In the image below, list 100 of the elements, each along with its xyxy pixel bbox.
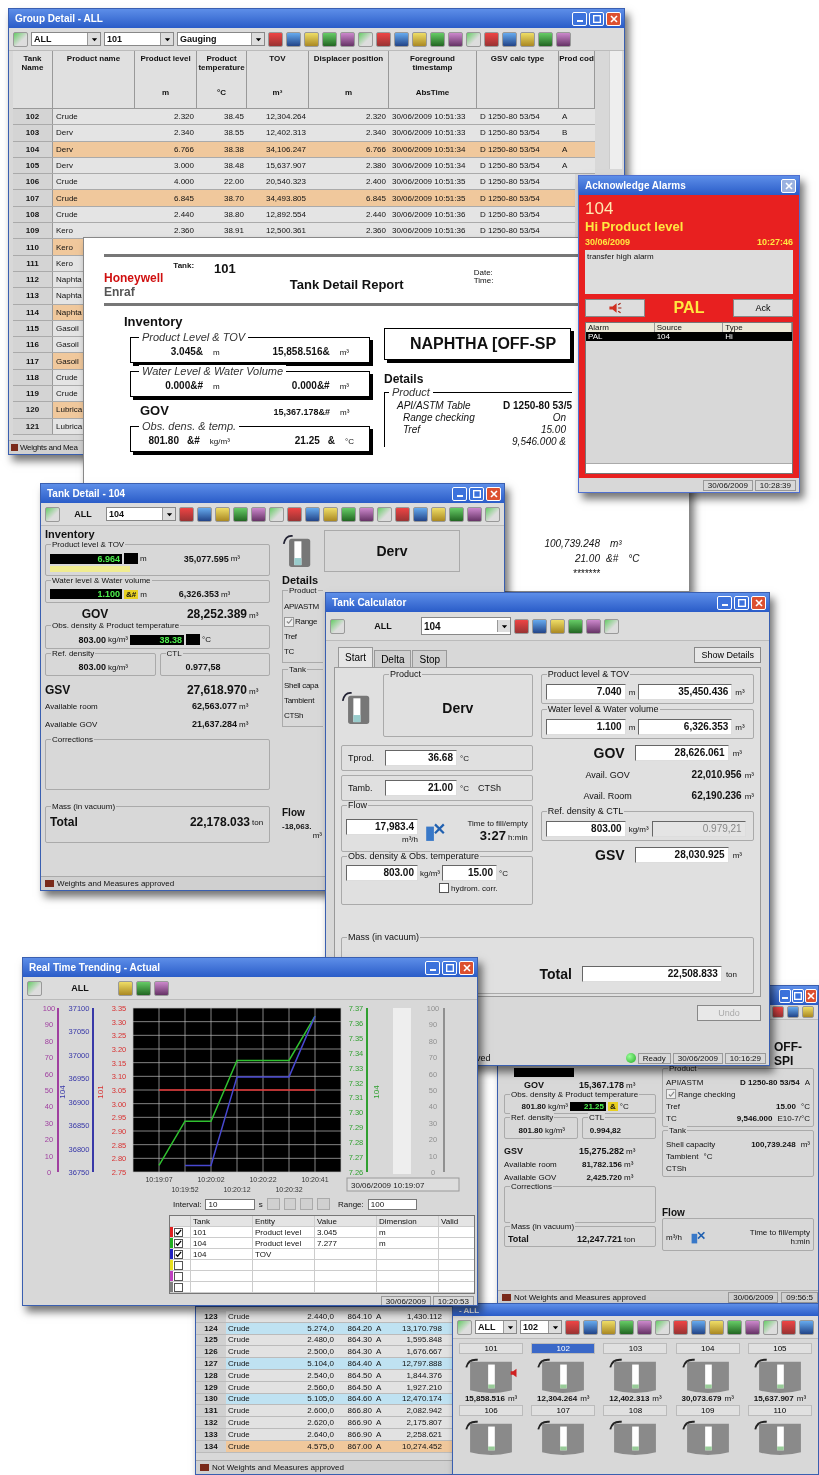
- spin-field[interactable]: 10: [205, 1198, 255, 1210]
- tank-tab[interactable]: 105: [747, 1343, 812, 1354]
- tank-tab[interactable]: 101: [459, 1343, 524, 1354]
- input-field[interactable]: 803.00: [545, 821, 626, 837]
- checkbox[interactable]: [174, 1249, 183, 1259]
- checkbox[interactable]: [174, 1227, 183, 1237]
- table-row[interactable]: 116 Gasoil: [13, 337, 84, 354]
- tank-tab[interactable]: 106: [459, 1405, 524, 1416]
- input-field[interactable]: 36.68: [385, 750, 457, 766]
- toolbar-button[interactable]: [565, 1319, 580, 1335]
- minimize-button[interactable]: [425, 960, 440, 975]
- toolbar-button[interactable]: [449, 506, 464, 522]
- toolbar-button[interactable]: [514, 618, 529, 634]
- toolbar-button[interactable]: [394, 31, 409, 47]
- toolbar-button[interactable]: [268, 31, 283, 47]
- toolbar-button[interactable]: [322, 31, 337, 47]
- minimize-button[interactable]: [717, 595, 732, 610]
- maximize-button[interactable]: [734, 595, 749, 610]
- maximize-button[interactable]: [469, 486, 484, 501]
- toolbar-button[interactable]: [619, 1319, 634, 1335]
- scrollbar[interactable]: [609, 51, 622, 169]
- table-row[interactable]: 106 Crude 4.000 22.00 20,540.323 2.400 30/06/2009 10:51:35 D 1250-80 53/54: [13, 174, 575, 191]
- toolbar-button[interactable]: [586, 618, 601, 634]
- minimize-button[interactable]: [779, 988, 791, 1003]
- input-field[interactable]: 15.00: [442, 865, 497, 881]
- toolbar-button[interactable]: [781, 1319, 796, 1335]
- table-row[interactable]: 107 Crude 6.845 38.70 34,493.805 6.845 30/06/2009 10:51:35 D 1250-80 53/54: [13, 190, 575, 207]
- maximize-button[interactable]: [442, 960, 457, 975]
- close-button[interactable]: [606, 11, 621, 26]
- input-field[interactable]: 6,326.353: [638, 719, 733, 735]
- dropdown[interactable]: Gauging: [177, 32, 265, 46]
- toolbar-button[interactable]: [136, 980, 151, 996]
- scrollbar[interactable]: [586, 463, 792, 473]
- close-button[interactable]: [805, 988, 817, 1003]
- table-row[interactable]: 110 Kero: [13, 239, 84, 256]
- toolbar-button[interactable]: [556, 31, 571, 47]
- mute-button[interactable]: [585, 299, 645, 317]
- maximize-button[interactable]: [792, 988, 804, 1003]
- maximize-button[interactable]: [589, 11, 604, 26]
- checkbox[interactable]: [666, 1089, 676, 1099]
- tank-tab[interactable]: 104: [675, 1343, 740, 1354]
- dropdown[interactable]: 104: [421, 617, 511, 635]
- checkbox[interactable]: [174, 1238, 183, 1248]
- input-field[interactable]: 803.00: [346, 865, 418, 881]
- checkbox[interactable]: [284, 616, 294, 627]
- toolbar-button[interactable]: [359, 506, 374, 522]
- minimize-button[interactable]: [452, 486, 467, 501]
- toolbar-button[interactable]: [673, 1319, 688, 1335]
- toolbar-button[interactable]: [286, 31, 301, 47]
- toolbar-button[interactable]: [772, 1006, 784, 1018]
- toolbar-button[interactable]: [233, 506, 248, 522]
- input-field[interactable]: 17,983.4: [346, 818, 418, 835]
- toolbar-button[interactable]: [341, 506, 356, 522]
- dropdown[interactable]: ALL: [31, 32, 101, 46]
- table-row[interactable]: 119 Crude: [13, 386, 84, 403]
- tank-tab[interactable]: 102: [531, 1343, 596, 1354]
- toolbar-button[interactable]: [538, 31, 553, 47]
- tank-tab[interactable]: 110: [747, 1405, 812, 1416]
- toolbar-button[interactable]: [287, 506, 302, 522]
- toolbar-button[interactable]: [467, 506, 482, 522]
- dropdown[interactable]: 101: [104, 32, 174, 46]
- tank-tab[interactable]: 109: [675, 1405, 740, 1416]
- toolbar-button[interactable]: [484, 31, 499, 47]
- table-row[interactable]: 102 Crude 2.320 38.45 12,304.264 2.320 30/06/2009 10:51:33 D 1250-80 53/54 A: [13, 109, 595, 126]
- table-row[interactable]: 120 Lubrica: [13, 402, 84, 419]
- tab[interactable]: Delta: [374, 650, 412, 667]
- toolbar-button[interactable]: [430, 31, 445, 47]
- toolbar-button[interactable]: [583, 1319, 598, 1335]
- toolbar-button[interactable]: [502, 31, 517, 47]
- toolbar-button[interactable]: [395, 506, 410, 522]
- tank-tab[interactable]: 103: [603, 1343, 668, 1354]
- dropdown[interactable]: ALL: [475, 1320, 517, 1334]
- toolbar-button[interactable]: [340, 31, 355, 47]
- toolbar-button[interactable]: [568, 618, 583, 634]
- dropdown[interactable]: 102: [520, 1320, 562, 1334]
- input-field[interactable]: 28,030.925: [634, 847, 729, 863]
- table-row[interactable]: 117 Gasoil: [13, 353, 84, 370]
- toolbar-button[interactable]: [532, 618, 547, 634]
- tank-tab[interactable]: 107: [531, 1405, 596, 1416]
- input-field[interactable]: 21.00: [385, 780, 457, 796]
- toolbar-button[interactable]: [727, 1319, 742, 1335]
- tab[interactable]: Start: [338, 647, 374, 667]
- table-row[interactable]: 103 Derv 2.340 38.55 12,402.313 2.340 30/06/2009 10:51:33 D 1250-80 53/54 B: [13, 125, 595, 142]
- checkbox[interactable]: [439, 883, 449, 893]
- ack-button[interactable]: Ack: [733, 299, 793, 317]
- tab[interactable]: Stop: [412, 650, 448, 667]
- input-field[interactable]: 1.100: [545, 719, 626, 735]
- toolbar-button[interactable]: [787, 1006, 799, 1018]
- table-row[interactable]: 113 Naphta: [13, 288, 84, 305]
- list-row[interactable]: PAL 104 Hi: [586, 332, 792, 341]
- close-button[interactable]: [781, 178, 796, 193]
- close-button[interactable]: [459, 960, 474, 975]
- input-field[interactable]: 7.040: [545, 684, 626, 700]
- close-button[interactable]: [751, 595, 766, 610]
- toolbar-button[interactable]: [448, 31, 463, 47]
- input-field[interactable]: 28,626.061: [634, 745, 729, 761]
- toolbar-button[interactable]: [691, 1319, 706, 1335]
- toolbar-button[interactable]: [179, 506, 194, 522]
- tank-tab[interactable]: 108: [603, 1405, 668, 1416]
- input-field[interactable]: 22,508.833: [581, 966, 722, 982]
